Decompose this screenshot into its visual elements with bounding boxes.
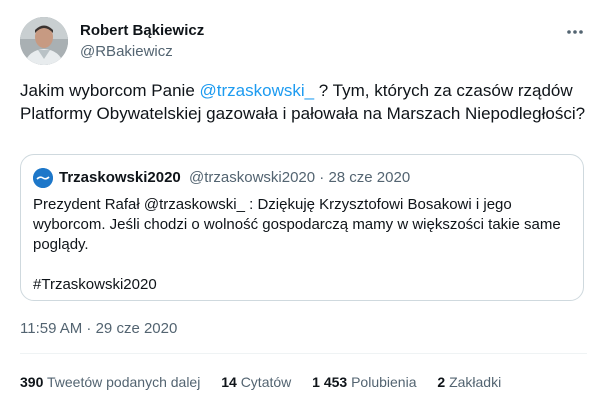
tweet-stats: 390 Tweetów podanych dalej 14 Cytatów 1 … <box>20 374 518 390</box>
author-handle[interactable]: @RBakiewicz <box>80 43 173 60</box>
likes-stat[interactable]: 1 453 Polubienia <box>312 374 416 390</box>
author-name[interactable]: Robert Bąkiewicz <box>80 22 204 39</box>
retweets-stat[interactable]: 390 Tweetów podanych dalej <box>20 374 200 390</box>
retweets-count: 390 <box>20 374 44 390</box>
tweet: Robert Bąkiewicz @RBakiewicz Jakim wybor… <box>0 0 607 405</box>
divider <box>20 353 587 354</box>
bookmarks-stat[interactable]: 2 Zakładki <box>437 374 501 390</box>
quoted-author-name: Trzaskowski2020 <box>59 169 181 186</box>
quoted-handle-date: @trzaskowski2020 · 28 cze 2020 <box>189 169 411 186</box>
quoted-text-block: Prezydent Rafał @trzaskowski_ : Dziękuję… <box>33 195 573 295</box>
bookmarks-label: Zakładki <box>449 374 502 390</box>
tweet-text-before: Jakim wyborcom Panie <box>20 81 200 100</box>
trzaskowski2020-logo-icon <box>33 168 53 188</box>
tweet-mention-link[interactable]: @trzaskowski_ <box>200 81 315 100</box>
quotes-stat[interactable]: 14 Cytatów <box>221 374 291 390</box>
quoted-text: Prezydent Rafał @trzaskowski_ : Dziękuję… <box>33 196 561 253</box>
more-options-icon[interactable] <box>560 20 590 44</box>
tweet-timestamp[interactable]: 11:59 AM · 29 cze 2020 <box>20 320 177 337</box>
quoted-hashtag: #Trzaskowski2020 <box>33 276 157 293</box>
quoted-tweet-card[interactable]: Trzaskowski2020 @trzaskowski2020 · 28 cz… <box>20 154 584 301</box>
author-avatar[interactable] <box>20 17 68 65</box>
likes-count: 1 453 <box>312 374 348 390</box>
likes-label: Polubienia <box>351 374 417 390</box>
tweet-text: Jakim wyborcom Panie @trzaskowski_ ? Tym… <box>20 79 595 125</box>
bookmarks-count: 2 <box>437 374 446 390</box>
retweets-label: Tweetów podanych dalej <box>47 374 201 390</box>
quotes-label: Cytatów <box>240 374 292 390</box>
quotes-count: 14 <box>221 374 237 390</box>
